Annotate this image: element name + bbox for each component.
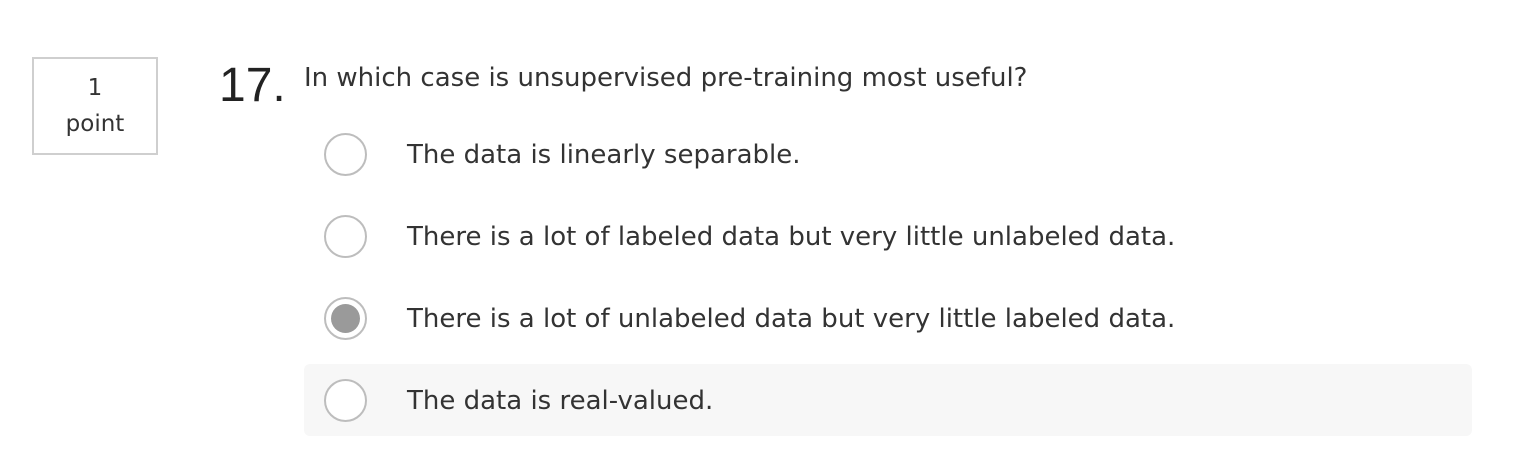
radio-button[interactable] bbox=[324, 133, 367, 176]
answer-option-1[interactable]: The data is linearly separable. bbox=[304, 118, 1472, 190]
answer-option-label: The data is real-valued. bbox=[407, 386, 714, 416]
answer-option-2[interactable]: There is a lot of labeled data but very … bbox=[304, 200, 1472, 272]
question-number: 17. bbox=[219, 59, 286, 112]
radio-button[interactable] bbox=[324, 297, 367, 340]
answer-option-4[interactable]: The data is real-valued. bbox=[304, 364, 1472, 436]
points-badge: 1 point bbox=[32, 57, 158, 155]
answer-option-label: The data is linearly separable. bbox=[407, 140, 801, 170]
points-value: 1 bbox=[87, 75, 103, 101]
points-unit: point bbox=[65, 111, 125, 137]
radio-button[interactable] bbox=[324, 379, 367, 422]
question-prompt: In which case is unsupervised pre-traini… bbox=[304, 63, 1028, 93]
answer-option-3[interactable]: There is a lot of unlabeled data but ver… bbox=[304, 282, 1472, 354]
answer-option-label: There is a lot of unlabeled data but ver… bbox=[407, 304, 1176, 334]
answer-option-label: There is a lot of labeled data but very … bbox=[407, 222, 1176, 252]
answer-options: The data is linearly separable. There is… bbox=[304, 118, 1472, 446]
radio-button[interactable] bbox=[324, 215, 367, 258]
